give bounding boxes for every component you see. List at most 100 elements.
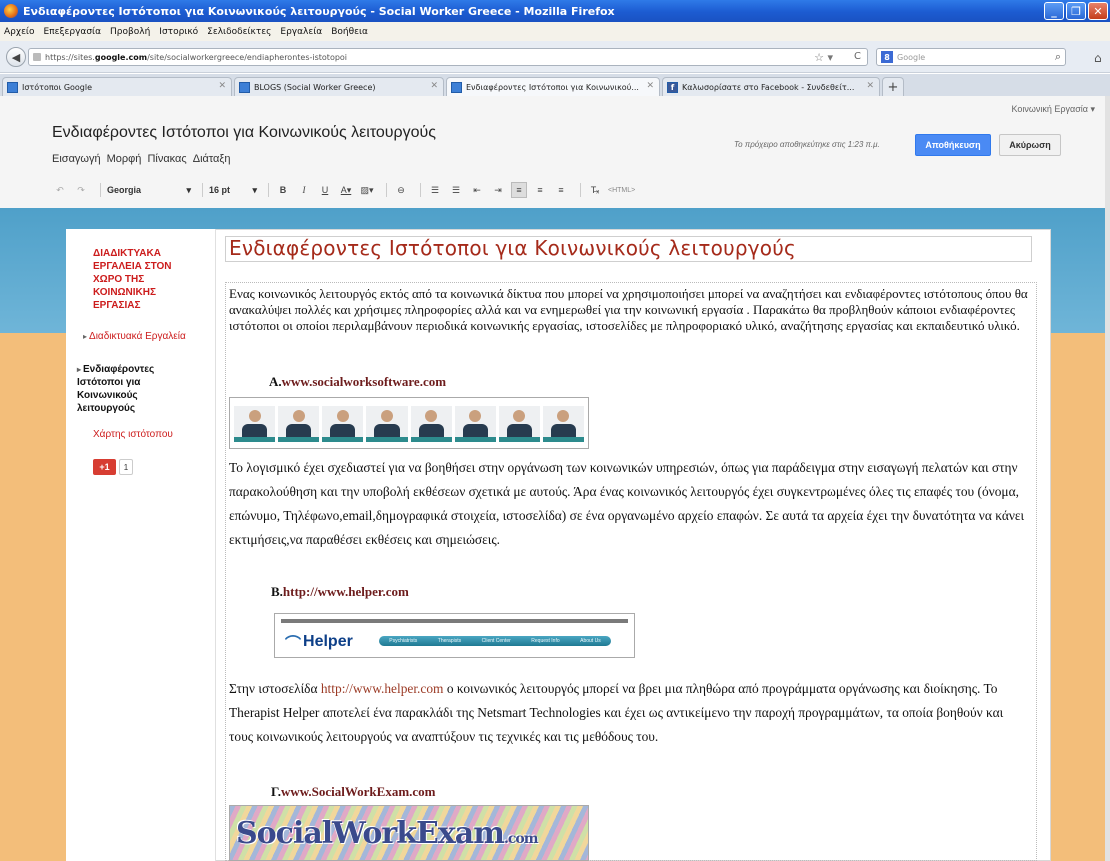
sidebar: ΔΙΑΔΙΚΤΥΑΚΑ ΕΡΓΑΛΕΙΑ ΣΤΟΝ ΧΩΡΟ ΤΗΣ ΚΟΙΝΩ… xyxy=(66,229,216,861)
reload-icon[interactable]: C xyxy=(854,51,861,62)
google-search-icon[interactable]: 8 xyxy=(881,51,893,63)
sidebar-item-sitemap[interactable]: Χάρτης ιστότοπου xyxy=(93,428,213,441)
numbered-list-icon[interactable]: ☰ xyxy=(427,182,443,198)
helper-logo: ⌒ Helper xyxy=(285,630,353,654)
person-image xyxy=(542,406,584,442)
save-button[interactable]: Αποθήκευση xyxy=(915,134,991,156)
new-tab-button[interactable]: + xyxy=(882,77,904,96)
site-a-heading[interactable]: A.www.socialworksoftware.com xyxy=(269,374,446,390)
bulleted-list-icon[interactable]: ☰ xyxy=(448,182,464,198)
underline-icon[interactable]: U xyxy=(317,182,333,198)
link-icon[interactable]: ⊖ xyxy=(393,182,409,198)
triangle-right-icon[interactable]: ▸ xyxy=(83,332,87,341)
tab-blogs[interactable]: BLOGS (Social Worker Greece) ✕ xyxy=(234,77,444,96)
highlight-color-icon[interactable]: ▨▾ xyxy=(359,182,375,198)
menu-insert[interactable]: Εισαγωγή xyxy=(52,153,101,165)
site-c-heading[interactable]: Γ.www.SocialWorkExam.com xyxy=(271,784,436,800)
minimize-button[interactable]: _ xyxy=(1044,2,1064,20)
font-select[interactable]: Georgia ▾ xyxy=(107,182,191,198)
align-left-icon[interactable]: ≡ xyxy=(511,182,527,198)
tab-facebook[interactable]: f Καλωσορίσατε στο Facebook - Συνδεθείτ.… xyxy=(662,77,880,96)
triangle-right-icon[interactable]: ▸ xyxy=(77,365,81,374)
site-b-letter: B. xyxy=(271,584,283,599)
menu-edit[interactable]: Επεξεργασία xyxy=(44,27,102,37)
italic-icon[interactable]: I xyxy=(296,182,312,198)
person-image xyxy=(454,406,496,442)
sidebar-item-label: Ενδιαφέροντες Ιστότοποι για Κοινωνικούς … xyxy=(77,364,155,414)
menu-layout[interactable]: Διάταξη xyxy=(193,153,231,165)
home-icon[interactable]: ⌂ xyxy=(1094,51,1102,65)
tab-bar: Ιστότοποι Google ✕ BLOGS (Social Worker … xyxy=(0,74,1110,96)
text-color-icon[interactable]: A▾ xyxy=(338,182,354,198)
google-sites-icon xyxy=(239,81,250,93)
site-b-url[interactable]: http://www.helper.com xyxy=(283,584,409,599)
person-image xyxy=(498,406,540,442)
bookmark-star-icon[interactable]: ☆ ▾ xyxy=(814,51,833,64)
url-bar[interactable]: https://sites. google.com/site/socialwork… xyxy=(28,48,868,66)
maximize-button[interactable]: ❐ xyxy=(1066,2,1086,20)
html-button[interactable]: <HTML> xyxy=(608,182,635,198)
scrollbar[interactable] xyxy=(1105,96,1110,861)
menu-format[interactable]: Μορφή xyxy=(107,153,142,165)
bold-icon[interactable]: B xyxy=(275,182,291,198)
helper-nav-item: Client Center xyxy=(481,638,511,644)
menu-history[interactable]: Ιστορικό xyxy=(159,27,198,37)
menu-bookmarks[interactable]: Σελιδοδείκτες xyxy=(207,27,271,37)
window-titlebar: Ενδιαφέροντες Ιστότοποι για Κοινωνικούς … xyxy=(0,0,1110,22)
tab-close-icon[interactable]: ✕ xyxy=(866,81,874,91)
editor-header: Κοινωνική Εργασία ▾ Ενδιαφέροντες Ιστότο… xyxy=(0,96,1105,208)
align-right-icon[interactable]: ≡ xyxy=(553,182,569,198)
person-image xyxy=(234,406,276,442)
close-button[interactable]: ✕ xyxy=(1088,2,1108,20)
align-center-icon[interactable]: ≡ xyxy=(532,182,548,198)
gplus-button[interactable]: +1 xyxy=(93,459,116,475)
undo-icon[interactable]: ↶ xyxy=(52,182,68,198)
indent-less-icon[interactable]: ⇤ xyxy=(469,182,485,198)
indent-more-icon[interactable]: ⇥ xyxy=(490,182,506,198)
toolbar-divider xyxy=(268,183,269,197)
intro-paragraph[interactable]: Ενας κοινωνικός λειτουργός εκτός από τα … xyxy=(229,286,1029,334)
site-b-heading[interactable]: B.http://www.helper.com xyxy=(271,584,409,600)
search-bar[interactable]: 8 Google ⌕ xyxy=(876,48,1066,66)
editor-menus: Εισαγωγή Μορφή Πίνακας Διάταξη xyxy=(52,153,230,165)
tab-close-icon[interactable]: ✕ xyxy=(646,81,654,91)
menu-tools[interactable]: Εργαλεία xyxy=(280,27,322,37)
url-domain: google.com xyxy=(94,52,148,62)
clear-formatting-icon[interactable]: T̶ₓ xyxy=(587,182,603,198)
menu-help[interactable]: Βοήθεια xyxy=(331,27,368,37)
account-menu[interactable]: Κοινωνική Εργασία ▾ xyxy=(1011,104,1095,115)
person-image xyxy=(278,406,320,442)
cancel-button[interactable]: Ακύρωση xyxy=(999,134,1061,156)
site-a-description[interactable]: Το λογισμικό έχει σχεδιαστεί για να βοηθ… xyxy=(229,456,1029,552)
font-size-select[interactable]: 16 pt ▾ xyxy=(209,182,257,198)
helper-link[interactable]: http://www.helper.com xyxy=(321,681,444,696)
site-title: Ενδιαφέροντες Ιστότοποι για Κοινωνικούς … xyxy=(52,124,437,141)
site-c-url[interactable]: www.SocialWorkExam.com xyxy=(281,784,436,799)
menu-file[interactable]: Αρχείο xyxy=(4,27,35,37)
tab-close-icon[interactable]: ✕ xyxy=(430,81,438,91)
sidebar-item-interesting-sites[interactable]: ▸ Ενδιαφέροντες Ιστότοποι για Κοινωνικούς… xyxy=(77,363,197,415)
gplus-widget: +1 1 xyxy=(93,459,133,475)
toolbar-divider xyxy=(580,183,581,197)
toolbar-divider xyxy=(386,183,387,197)
helper-nav-item: Psychiatrists xyxy=(389,638,418,644)
search-icon[interactable]: ⌕ xyxy=(1055,50,1061,64)
menu-table[interactable]: Πίνακας xyxy=(147,153,186,165)
back-button[interactable]: ◀ xyxy=(6,47,26,67)
sidebar-item-online-tools[interactable]: ▸ Διαδικτυακά Εργαλεία xyxy=(83,330,193,343)
tab-interesting-sites[interactable]: Ενδιαφέροντες Ιστότοποι για Κοινωνικού..… xyxy=(446,77,660,96)
site-a-letter: A. xyxy=(269,374,282,389)
site-a-url[interactable]: www.socialworksoftware.com xyxy=(282,374,446,389)
tab-google-sites[interactable]: Ιστότοποι Google ✕ xyxy=(2,77,232,96)
toolbar-divider xyxy=(202,183,203,197)
font-size-value: 16 pt xyxy=(209,185,231,195)
tab-label: Καλωσορίσατε στο Facebook - Συνδεθείτ... xyxy=(682,82,855,92)
site-b-description[interactable]: Στην ιστοσελίδα http://www.helper.com ο … xyxy=(229,677,1029,749)
editable-body-frame[interactable] xyxy=(225,282,1037,861)
menu-view[interactable]: Προβολή xyxy=(110,27,150,37)
redo-icon[interactable]: ↷ xyxy=(73,182,89,198)
page-heading[interactable]: Ενδιαφέροντες Ιστότοποι για Κοινωνικούς … xyxy=(229,236,796,260)
tab-close-icon[interactable]: ✕ xyxy=(218,81,226,91)
person-image xyxy=(366,406,408,442)
menubar: Αρχείο Επεξεργασία Προβολή Ιστορικό Σελι… xyxy=(0,22,1110,41)
